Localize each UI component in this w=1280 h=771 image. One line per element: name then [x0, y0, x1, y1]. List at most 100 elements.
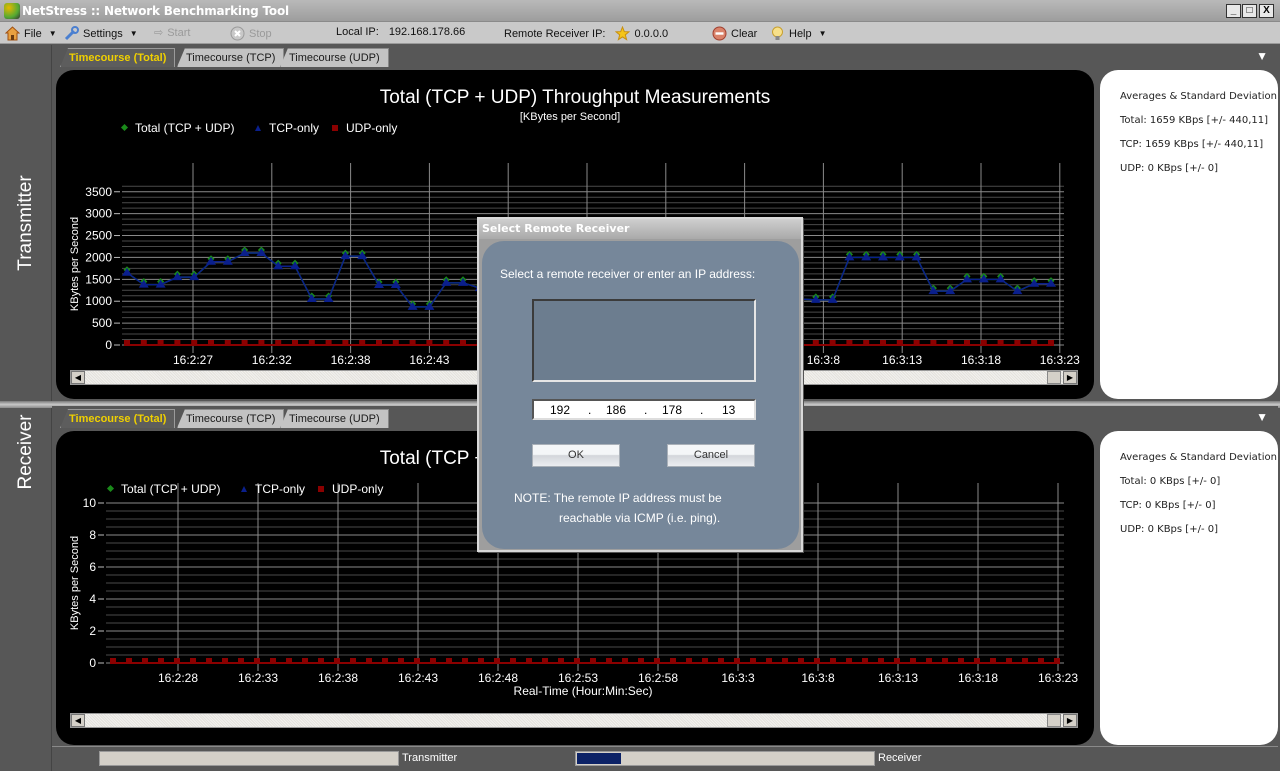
maximize-button[interactable]: □	[1242, 4, 1257, 18]
data-point-udp	[947, 340, 954, 346]
stop-button[interactable]: Stop	[230, 26, 272, 41]
receiver-side-panel: Receiver	[0, 408, 52, 771]
scroll-left-icon[interactable]: ◀	[71, 371, 85, 384]
data-point-udp	[414, 658, 420, 664]
data-point-udp	[880, 340, 886, 346]
data-point-udp	[846, 658, 852, 664]
transmitter-side-label: Transmitter	[14, 175, 36, 271]
x-tick-label: 16:3:8	[807, 353, 841, 367]
x-tick-label: 16:2:38	[318, 671, 358, 685]
data-point-udp	[241, 340, 248, 346]
remote-ip-value: 0.0.0.0	[634, 27, 669, 40]
scrollbar-thumb[interactable]	[1047, 371, 1061, 384]
data-point-udp	[964, 340, 970, 346]
panel-menu-icon[interactable]: ▼	[1256, 411, 1268, 423]
data-point-udp	[734, 658, 740, 664]
x-tick-label: 16:2:58	[638, 671, 678, 685]
data-point-udp	[1031, 340, 1038, 346]
remote-ip-display[interactable]: Remote Receiver IP: 0.0.0.0	[504, 25, 669, 41]
ok-button[interactable]: OK	[532, 444, 620, 467]
x-tick-label: 16:2:53	[558, 671, 598, 685]
data-point-udp	[222, 658, 228, 664]
ip-octet-4[interactable]: 13	[722, 403, 735, 417]
data-point-udp	[292, 340, 298, 346]
tab-timecourse-udp[interactable]: Timecourse (UDP)	[280, 48, 389, 67]
file-menu[interactable]: File ▼	[4, 26, 57, 41]
ip-octet-2[interactable]: 186	[606, 403, 626, 417]
tab-timecourse-tcp[interactable]: Timecourse (TCP)	[177, 48, 285, 67]
data-point-udp	[942, 658, 948, 664]
tab-timecourse-total[interactable]: Timecourse (Total)	[60, 409, 176, 428]
data-point-tcp	[894, 252, 905, 261]
ip-octet-3[interactable]: 178	[662, 403, 682, 417]
data-point-udp	[254, 658, 260, 664]
data-point-udp	[718, 658, 724, 664]
legend-label-total: Total (TCP + UDP)	[121, 482, 220, 496]
help-menu-label: Help	[789, 27, 812, 40]
data-point-udp	[974, 658, 980, 664]
data-point-udp	[126, 658, 132, 664]
scrollbar-thumb[interactable]	[1047, 714, 1061, 727]
scroll-right-icon[interactable]: ▶	[1063, 371, 1077, 384]
ip-octet-1[interactable]: 192	[550, 403, 570, 417]
legend-marker-total	[120, 123, 129, 132]
data-point-udp	[930, 340, 937, 346]
ip-address-input[interactable]: 192 . 186 . 178 . 13	[532, 399, 756, 420]
legend-marker-udp	[332, 125, 338, 131]
x-tick-label: 16:2:33	[238, 671, 278, 685]
receiver-side-label: Receiver	[14, 414, 36, 490]
data-point-udp	[430, 658, 436, 664]
minimize-button[interactable]: _	[1226, 4, 1241, 18]
legend-marker-tcp	[241, 486, 247, 492]
data-point-udp	[750, 658, 756, 664]
y-tick-label: 2500	[85, 229, 112, 243]
receiver-chart-scrollbar[interactable]: ◀ ▶	[70, 713, 1078, 728]
chevron-down-icon: ▼	[129, 29, 138, 38]
data-point-udp	[318, 658, 324, 664]
x-tick-label: 16:2:43	[398, 671, 438, 685]
local-ip-label: Local IP:	[336, 26, 379, 38]
panel-menu-icon[interactable]: ▼	[1256, 50, 1268, 62]
data-point-udp	[460, 340, 466, 346]
tab-timecourse-tcp[interactable]: Timecourse (TCP)	[177, 409, 285, 428]
chevron-down-icon: ▼	[48, 29, 57, 38]
chart-title: Total (TCP + UDP) Throughput Measurement…	[380, 87, 771, 108]
receiver-list[interactable]	[532, 299, 756, 382]
scroll-right-icon[interactable]: ▶	[1063, 714, 1077, 727]
data-point-udp	[334, 658, 340, 664]
tab-timecourse-total[interactable]: Timecourse (Total)	[60, 48, 176, 67]
data-point-udp	[174, 340, 181, 346]
y-tick-label: 8	[89, 528, 96, 542]
arrow-right-icon: ⇨	[154, 27, 164, 39]
x-tick-label: 16:3:13	[878, 671, 918, 685]
cancel-button[interactable]: Cancel	[667, 444, 755, 467]
clear-button[interactable]: Clear	[712, 26, 757, 41]
data-point-udp	[275, 340, 282, 346]
tab-timecourse-udp[interactable]: Timecourse (UDP)	[280, 409, 389, 428]
data-point-udp	[1014, 340, 1021, 346]
transmitter-progress-bar	[99, 751, 399, 766]
x-tick-label: 16:3:18	[961, 353, 1001, 367]
data-point-udp	[798, 658, 804, 664]
data-point-tcp	[122, 267, 132, 276]
receiver-progress-label: Receiver	[878, 752, 922, 764]
dialog-note-line1: NOTE: The remote IP address must be	[514, 491, 722, 505]
settings-menu[interactable]: Settings ▼	[64, 26, 138, 41]
data-point-udp	[829, 340, 836, 346]
data-point-udp	[158, 658, 164, 664]
data-point-udp	[191, 340, 198, 346]
data-point-tcp	[995, 274, 1006, 283]
scroll-left-icon[interactable]: ◀	[71, 714, 85, 727]
dialog-prompt: Select a remote receiver or enter an IP …	[500, 267, 756, 281]
help-menu[interactable]: Help ▼	[770, 26, 827, 41]
local-ip-value: 192.168.178.66	[388, 26, 466, 38]
data-point-udp	[846, 340, 853, 346]
home-icon	[4, 26, 21, 41]
data-point-udp	[157, 340, 164, 346]
data-point-tcp	[323, 294, 334, 303]
start-button[interactable]: ⇨ Start	[154, 26, 190, 40]
data-point-udp	[702, 658, 708, 664]
data-point-tcp	[1029, 278, 1040, 287]
data-point-udp	[190, 658, 196, 664]
close-button[interactable]: X	[1259, 4, 1274, 18]
